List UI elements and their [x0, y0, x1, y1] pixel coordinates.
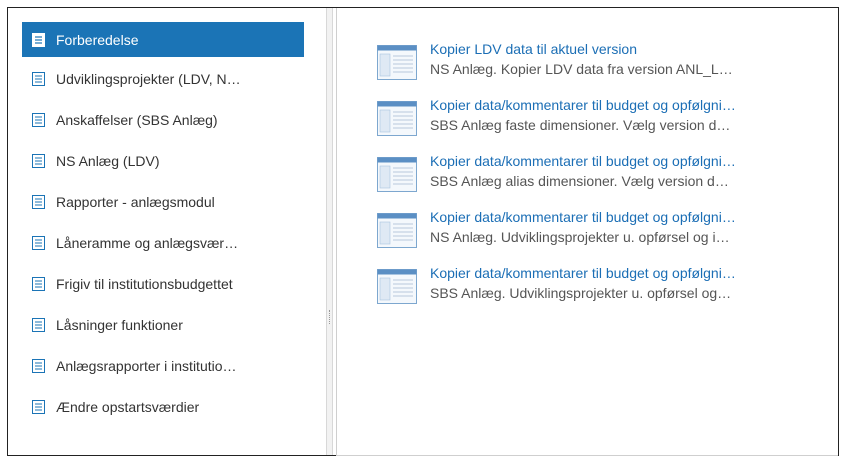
- sidebar-item-anskaffelser[interactable]: Anskaffelser (SBS Anlæg): [22, 101, 304, 139]
- task-text: Kopier data/kommentarer til budget og op…: [430, 152, 736, 190]
- document-icon: [32, 359, 45, 373]
- document-icon: [32, 113, 45, 127]
- sidebar-item-forberedelse[interactable]: Forberedelse: [22, 22, 304, 57]
- sidebar-item-label: Rapporter - anlægsmodul: [56, 194, 215, 210]
- form-icon: [377, 157, 417, 192]
- task-text: Kopier data/kommentarer til budget og op…: [430, 96, 736, 134]
- sidebar-item-anlaegsrapporter[interactable]: Anlægsrapporter i institutio…: [22, 347, 304, 385]
- sidebar-item-udviklingsprojekter[interactable]: Udviklingsprojekter (LDV, N…: [22, 60, 304, 98]
- task-item[interactable]: Kopier data/kommentarer til budget og op…: [377, 152, 817, 205]
- task-item[interactable]: Kopier data/kommentarer til budget og op…: [377, 264, 817, 317]
- document-icon: [32, 154, 45, 168]
- sidebar-item-rapporter[interactable]: Rapporter - anlægsmodul: [22, 183, 304, 221]
- task-description: SBS Anlæg faste dimensioner. Vælg versio…: [430, 117, 731, 133]
- task-item[interactable]: Kopier data/kommentarer til budget og op…: [377, 96, 817, 149]
- task-title-link[interactable]: Kopier data/kommentarer til budget og op…: [430, 208, 736, 226]
- sidebar-item-label: Anlægsrapporter i institutio…: [56, 358, 237, 374]
- task-panel: Kopier LDV data til aktuel version NS An…: [336, 8, 838, 456]
- sidebar-nav: Forberedelse Udviklingsprojekter (LDV, N…: [8, 8, 326, 426]
- sidebar: Forberedelse Udviklingsprojekter (LDV, N…: [8, 8, 326, 455]
- form-icon: [377, 101, 417, 136]
- sidebar-item-label: Låneramme og anlægsvær…: [56, 235, 239, 251]
- task-text: Kopier LDV data til aktuel version NS An…: [430, 40, 733, 78]
- sidebar-item-laaneramme[interactable]: Låneramme og anlægsvær…: [22, 224, 304, 262]
- sidebar-item-label: Frigiv til institutionsbudgettet: [56, 276, 233, 292]
- app-frame: Forberedelse Udviklingsprojekter (LDV, N…: [7, 7, 839, 456]
- sidebar-item-frigiv[interactable]: Frigiv til institutionsbudgettet: [22, 265, 304, 303]
- task-title-link[interactable]: Kopier data/kommentarer til budget og op…: [430, 152, 736, 170]
- sidebar-item-label: Ændre opstartsværdier: [56, 399, 200, 415]
- splitter-grip-icon[interactable]: [329, 310, 331, 324]
- document-icon: [32, 400, 45, 414]
- sidebar-item-label: Udviklingsprojekter (LDV, N…: [56, 71, 241, 87]
- document-icon: [32, 277, 45, 291]
- task-list: Kopier LDV data til aktuel version NS An…: [337, 8, 838, 317]
- task-title-link[interactable]: Kopier data/kommentarer til budget og op…: [430, 264, 736, 282]
- task-item[interactable]: Kopier data/kommentarer til budget og op…: [377, 208, 817, 261]
- task-item[interactable]: Kopier LDV data til aktuel version NS An…: [377, 40, 817, 93]
- task-description: SBS Anlæg. Udviklingsprojekter u. opførs…: [430, 285, 732, 301]
- document-icon: [32, 32, 45, 47]
- task-text: Kopier data/kommentarer til budget og op…: [430, 208, 736, 246]
- task-description: NS Anlæg. Kopier LDV data fra version AN…: [430, 61, 733, 77]
- task-text: Kopier data/kommentarer til budget og op…: [430, 264, 736, 302]
- sidebar-item-label: Forberedelse: [56, 31, 139, 48]
- sidebar-item-label: Låsninger funktioner: [56, 317, 183, 333]
- document-icon: [32, 318, 45, 332]
- task-description: NS Anlæg. Udviklingsprojekter u. opførse…: [430, 229, 730, 245]
- form-icon: [377, 45, 417, 80]
- sidebar-item-label: NS Anlæg (LDV): [56, 153, 160, 169]
- document-icon: [32, 72, 45, 86]
- sidebar-item-label: Anskaffelser (SBS Anlæg): [56, 112, 218, 128]
- form-icon: [377, 269, 417, 304]
- sidebar-item-ns-anlaeg[interactable]: NS Anlæg (LDV): [22, 142, 304, 180]
- sidebar-item-laasninger[interactable]: Låsninger funktioner: [22, 306, 304, 344]
- form-icon: [377, 213, 417, 248]
- pane-splitter[interactable]: [326, 8, 333, 455]
- document-icon: [32, 236, 45, 250]
- main-content: Kopier LDV data til aktuel version NS An…: [333, 8, 838, 456]
- task-description: SBS Anlæg alias dimensioner. Vælg versio…: [430, 173, 729, 189]
- task-title-link[interactable]: Kopier data/kommentarer til budget og op…: [430, 96, 736, 114]
- sidebar-item-aendre-opstartsvaerdier[interactable]: Ændre opstartsværdier: [22, 388, 304, 426]
- document-icon: [32, 195, 45, 209]
- task-title-link[interactable]: Kopier LDV data til aktuel version: [430, 40, 733, 58]
